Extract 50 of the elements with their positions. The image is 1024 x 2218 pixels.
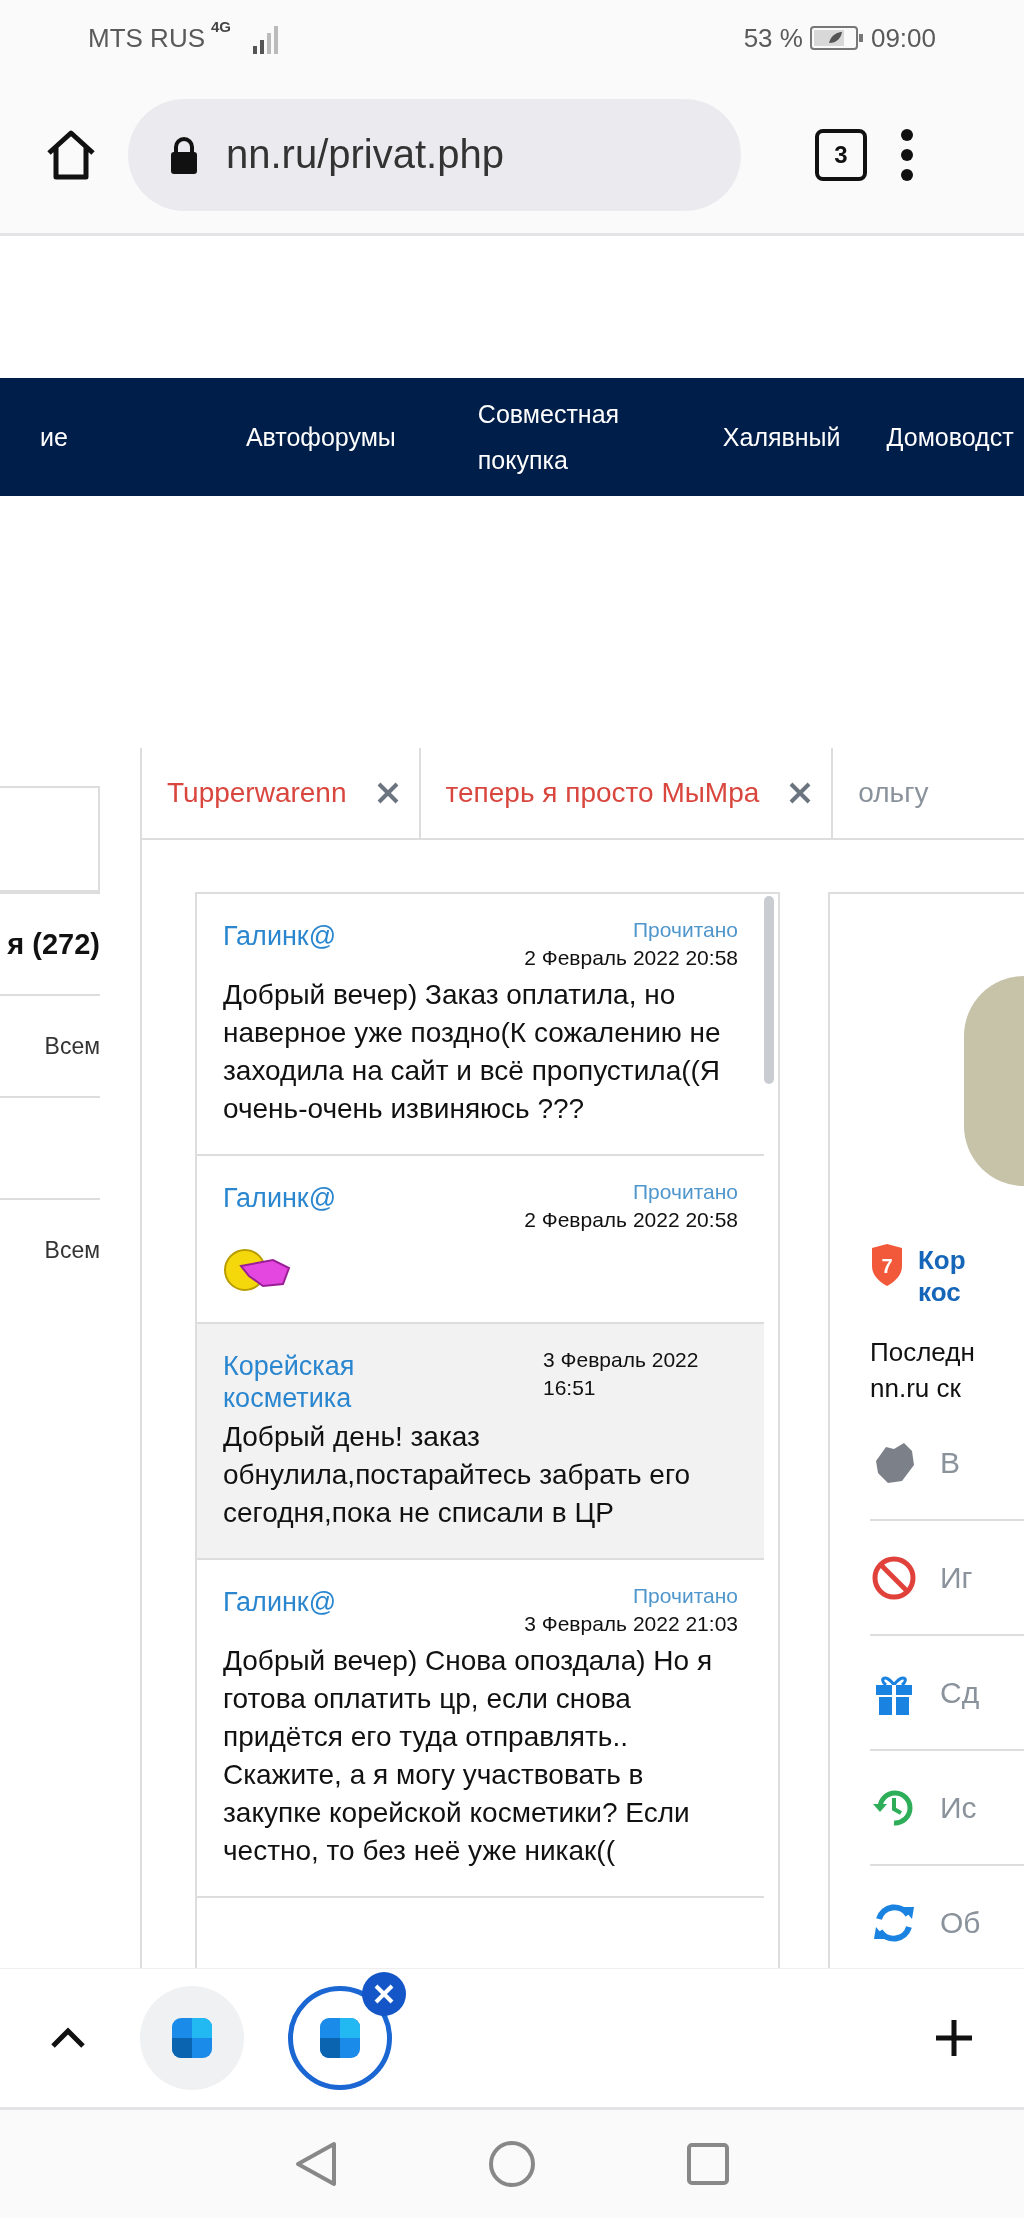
nav-link[interactable]: Халявный	[722, 414, 841, 460]
back-icon[interactable]	[294, 2140, 338, 2188]
profile-name[interactable]: Кор кос	[918, 1244, 966, 1308]
message-date: 3 Февраль 2022 16:51	[543, 1347, 700, 1401]
clock-time: 09:00	[870, 22, 936, 54]
carrier-name: MTS RUS	[88, 22, 205, 54]
battery-icon	[808, 24, 865, 52]
read-status: Прочитано	[632, 1583, 738, 1609]
profile-action[interactable]: В	[870, 1406, 1024, 1521]
nav-link[interactable]: Совместная покупка	[477, 391, 648, 483]
caret-up-icon[interactable]	[50, 2027, 86, 2049]
author-link[interactable]: Галинк@	[223, 1178, 337, 1214]
network-type: 4G	[211, 18, 231, 35]
author-link[interactable]: Галинк@	[223, 916, 337, 952]
close-icon[interactable]	[376, 782, 399, 804]
audience-label: Всем	[44, 1032, 100, 1060]
close-icon[interactable]	[362, 1972, 406, 2016]
home-button-icon[interactable]	[488, 2140, 536, 2188]
battery-percent: 53 %	[743, 22, 803, 54]
audience-label: Всем	[44, 1236, 100, 1264]
read-status: Прочитано	[632, 917, 738, 943]
read-status: Прочитано	[632, 1179, 738, 1205]
message-text: Добрый вечер) Заказ оплатила, но наверное уже поздно(К сожалению не заходила на сайт и всё пропустила((Я очень-очень извиняюсь ???	[223, 978, 722, 1126]
nav-link[interactable]: Автофорумы	[245, 414, 396, 460]
nav-link[interactable]: ие	[40, 414, 68, 460]
tab-count-button[interactable]: 3	[815, 128, 867, 181]
author-link[interactable]: Галинк@	[223, 1582, 337, 1618]
scrollbar[interactable]	[764, 896, 774, 1084]
plus-icon[interactable]	[934, 2018, 974, 2058]
close-icon[interactable]	[789, 782, 812, 804]
smiley-sticker-icon	[223, 1246, 293, 1292]
message-date: 2 Февраль 2022 20:58	[524, 1207, 738, 1233]
app-icon	[318, 2016, 362, 2060]
message-date: 3 Февраль 2022 21:03	[524, 1611, 738, 1637]
profile-action[interactable]: Сд	[870, 1636, 1024, 1751]
nav-link[interactable]: Домоводст	[886, 414, 1014, 460]
message-text: Добрый день! заказ обнулила,постарайтесь забрать его сегодня,пока не списали в ЦР	[223, 1420, 692, 1530]
dialog-count: я (272)	[7, 927, 100, 961]
level-badge: 7	[870, 1244, 904, 1286]
search-field[interactable]	[0, 786, 100, 892]
profile-note: Последн nn.ru ск	[870, 1336, 976, 1405]
profile-action[interactable]: Ис	[870, 1751, 1024, 1866]
author-link[interactable]: Корейская косметика	[223, 1346, 473, 1414]
message-text: Добрый вечер) Снова опоздала) Но я готова оплатить цр, если снова придётся его туда отправлять.. Скажите, а я могу участвовать в закупке корейской косметики? Если честно, то без неё уже никак((	[223, 1644, 714, 1868]
message-date: 2 Февраль 2022 20:58	[524, 945, 738, 971]
recent-apps-icon[interactable]	[686, 2142, 730, 2186]
lock-icon	[168, 134, 200, 175]
app-icon	[170, 2016, 214, 2060]
address-bar[interactable]: nn.ru/privat.php	[128, 98, 741, 211]
profile-action[interactable]: Иг	[870, 1521, 1024, 1636]
